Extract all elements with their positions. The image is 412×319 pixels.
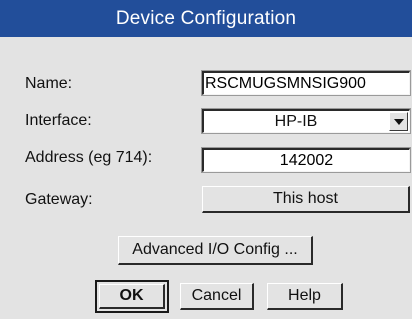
name-label: Name:	[25, 75, 73, 92]
device-configuration-dialog: Device Configuration Name: Interface: HP…	[0, 0, 412, 319]
cancel-button[interactable]: Cancel	[180, 283, 254, 310]
advanced-io-config-button[interactable]: Advanced I/O Config ...	[118, 236, 313, 265]
interface-dropdown-button[interactable]	[389, 112, 408, 131]
interface-label: Interface:	[25, 112, 92, 129]
interface-select-value: HP-IB	[274, 113, 318, 130]
help-button[interactable]: Help	[267, 283, 343, 310]
address-input[interactable]	[202, 148, 410, 172]
chevron-down-icon	[394, 119, 404, 125]
gateway-button[interactable]: This host	[202, 186, 410, 213]
name-input[interactable]	[202, 71, 410, 95]
gateway-label: Gateway:	[25, 191, 93, 208]
address-label: Address (eg 714):	[25, 149, 153, 166]
dialog-title: Device Configuration	[0, 0, 412, 37]
ok-button[interactable]: OK	[99, 284, 165, 309]
interface-select[interactable]: HP-IB	[202, 109, 410, 133]
